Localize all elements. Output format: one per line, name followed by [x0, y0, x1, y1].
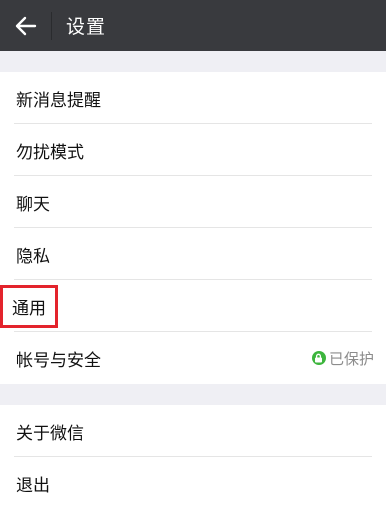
settings-item-chat[interactable]: 聊天: [0, 176, 386, 228]
settings-item-privacy[interactable]: 隐私: [0, 228, 386, 280]
settings-screen: 设置 新消息提醒 勿扰模式 聊天 隐私 通用 帐号与安全 已保护 关于微信 退出: [0, 0, 386, 507]
settings-group-main: 新消息提醒 勿扰模式 聊天 隐私 通用 帐号与安全 已保护: [0, 72, 386, 384]
settings-item-label: 勿扰模式: [16, 142, 84, 163]
settings-item-label: 帐号与安全: [16, 350, 101, 371]
settings-item-label: 新消息提醒: [16, 90, 101, 111]
settings-item-general[interactable]: 通用: [0, 280, 386, 332]
header-divider: [51, 11, 52, 40]
settings-item-new-message-notify[interactable]: 新消息提醒: [0, 72, 386, 124]
settings-item-label: 关于微信: [16, 423, 84, 444]
top-bar: 设置: [0, 0, 386, 51]
settings-item-logout[interactable]: 退出: [0, 457, 386, 507]
settings-item-account-security[interactable]: 帐号与安全 已保护: [0, 332, 386, 384]
settings-item-label-highlighted: 通用: [0, 284, 58, 328]
status-text: 已保护: [328, 349, 374, 368]
settings-group-about: 关于微信 退出: [0, 405, 386, 507]
settings-item-label: 隐私: [16, 246, 50, 267]
settings-item-label: 聊天: [16, 194, 50, 215]
settings-item-do-not-disturb[interactable]: 勿扰模式: [0, 124, 386, 176]
protection-status: 已保护: [311, 348, 374, 369]
lock-icon: [311, 351, 326, 365]
back-button[interactable]: [0, 0, 51, 51]
settings-item-about-wechat[interactable]: 关于微信: [0, 405, 386, 457]
settings-item-label: 退出: [16, 475, 50, 496]
arrow-left-icon: [15, 16, 36, 35]
page-title: 设置: [66, 16, 107, 38]
